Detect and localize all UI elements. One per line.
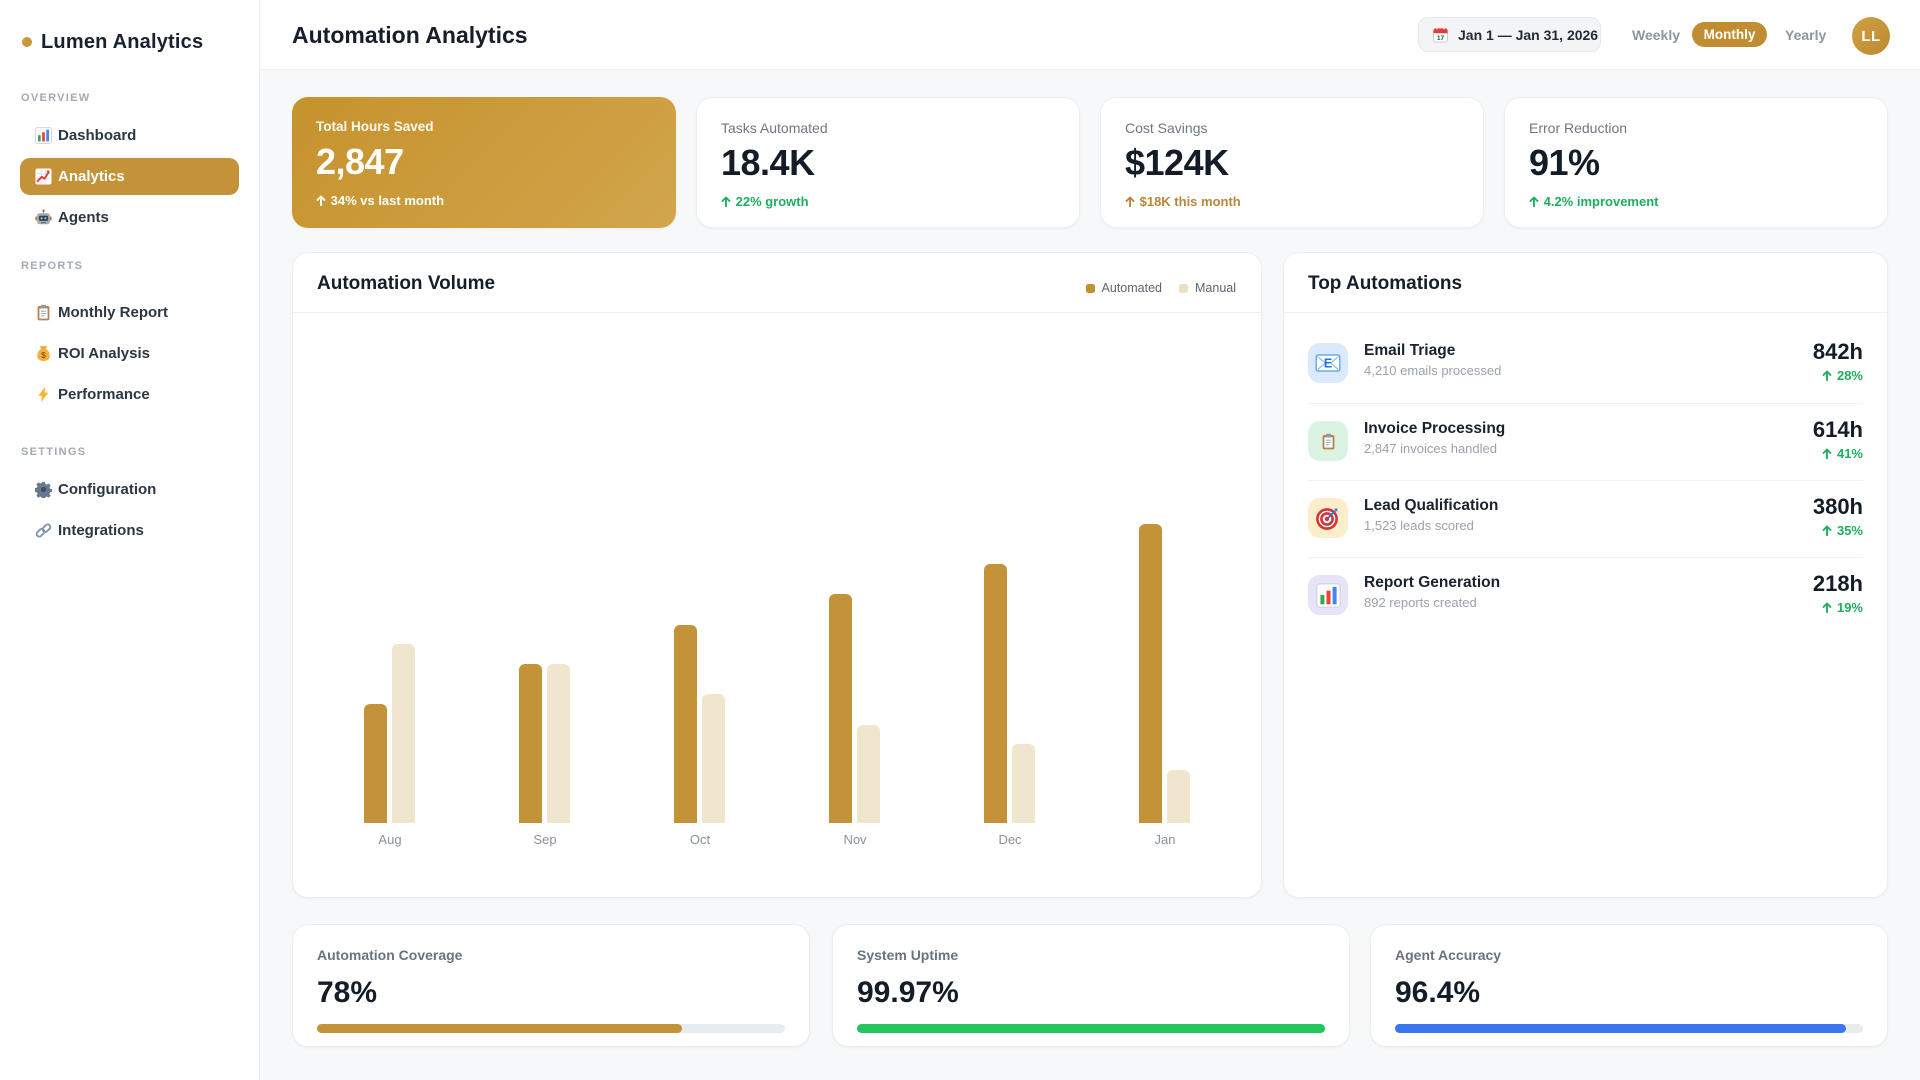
svg-text:17: 17	[1437, 35, 1445, 42]
svg-text:$: $	[41, 350, 46, 360]
svg-text:E: E	[1324, 357, 1332, 371]
